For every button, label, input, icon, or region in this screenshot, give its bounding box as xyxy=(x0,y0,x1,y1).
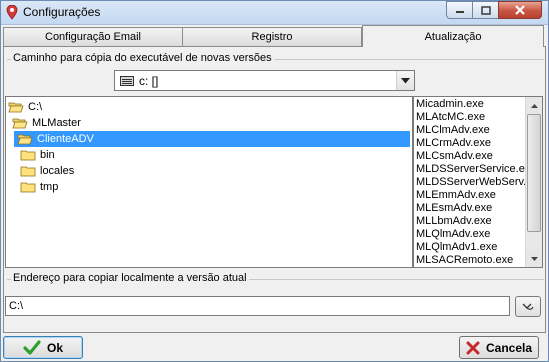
drive-icon xyxy=(120,76,134,86)
tree-item-label: locales xyxy=(40,165,75,177)
scroll-thumb[interactable] xyxy=(527,114,541,232)
close-button[interactable] xyxy=(498,1,542,19)
configuracoes-window: Configurações Configuração Email Registr… xyxy=(0,0,549,362)
tree-item-label: C:\ xyxy=(28,101,43,113)
title-bar[interactable]: Configurações xyxy=(1,1,548,25)
tree-item-c-root[interactable]: C:\ xyxy=(8,99,42,115)
open-folder-icon xyxy=(12,118,28,129)
chevron-up-icon xyxy=(530,103,538,108)
directory-tree[interactable]: C:\ MLMaster ClienteADV bin locales tmp xyxy=(5,96,413,268)
tree-item-label: tmp xyxy=(40,181,59,193)
open-folder-icon xyxy=(17,134,33,145)
file-item[interactable]: Micadmin.exe xyxy=(416,98,525,111)
file-item[interactable]: MLDSServerService.exe xyxy=(416,163,525,176)
app-pin-icon xyxy=(6,5,18,20)
file-list-items: Micadmin.exe MLAtcMC.exe MLClmAdv.exe ML… xyxy=(416,98,525,267)
file-item[interactable]: MLEmmAdv.exe xyxy=(416,189,525,202)
tab-atualizacao[interactable]: Atualização xyxy=(362,25,544,47)
ok-button[interactable]: Ok xyxy=(3,336,83,359)
file-item[interactable]: MLCsmAdv.exe xyxy=(416,150,525,163)
file-item[interactable]: MLCrmAdv.exe xyxy=(416,137,525,150)
local-path-input[interactable] xyxy=(5,296,510,316)
tab-label: Registro xyxy=(251,31,293,43)
chevron-down-icon xyxy=(530,256,538,261)
file-item[interactable]: MLAtcMC.exe xyxy=(416,111,525,124)
file-item[interactable]: MLClmAdv.exe xyxy=(416,124,525,137)
cancel-button[interactable]: Cancela xyxy=(459,336,539,359)
chevron-down-icon xyxy=(401,77,410,83)
local-copy-group-label: Endereço para copiar localmente a versão… xyxy=(11,272,249,284)
minimize-icon xyxy=(455,11,464,13)
file-item[interactable]: MLQlmAdv.exe xyxy=(416,228,525,241)
tree-item-label: bin xyxy=(40,149,55,161)
checkmark-icon xyxy=(23,339,41,355)
close-icon xyxy=(515,5,525,15)
cross-icon xyxy=(466,341,480,354)
tab-configuracao-email[interactable]: Configuração Email xyxy=(3,27,183,46)
file-item[interactable]: MLSACRemoto.exe xyxy=(416,254,525,267)
file-list-scrollbar[interactable] xyxy=(525,97,542,267)
tree-item-bin[interactable]: bin xyxy=(20,147,55,163)
folder-icon xyxy=(20,182,36,193)
minimize-button[interactable] xyxy=(446,1,472,19)
tree-item-label: MLMaster xyxy=(32,117,81,129)
maximize-button[interactable] xyxy=(472,1,498,19)
file-item[interactable]: MLQlmAdv1.exe xyxy=(416,241,525,254)
ok-button-label: Ok xyxy=(46,340,63,355)
window-controls xyxy=(446,1,542,20)
drive-select-value: c: [] xyxy=(139,74,159,88)
copy-path-group-label: Caminho para cópia do executável de nova… xyxy=(11,52,274,64)
folder-icon xyxy=(20,166,36,177)
drive-select-dropdown-button[interactable] xyxy=(396,71,414,90)
tab-label: Atualização xyxy=(424,30,482,43)
tree-item-clienteadv[interactable]: ClienteADV xyxy=(14,131,410,147)
folder-icon xyxy=(20,150,36,161)
cancel-button-label: Cancela xyxy=(485,340,533,355)
file-list[interactable]: Micadmin.exe MLAtcMC.exe MLClmAdv.exe ML… xyxy=(413,96,543,268)
tab-label: Configuração Email xyxy=(45,31,141,43)
scroll-down-button[interactable] xyxy=(526,250,542,267)
maximize-icon xyxy=(480,5,491,15)
scroll-up-button[interactable] xyxy=(526,97,542,114)
file-item[interactable]: MLEsmAdv.exe xyxy=(416,202,525,215)
file-item[interactable]: MLDSServerWebServ.exe xyxy=(416,176,525,189)
window-title: Configurações xyxy=(23,5,101,19)
tree-item-label: ClienteADV xyxy=(37,133,94,145)
file-item[interactable]: MLLbmAdv.exe xyxy=(416,215,525,228)
tree-item-tmp[interactable]: tmp xyxy=(20,179,58,195)
browse-arrow-icon xyxy=(522,303,534,310)
tab-registro[interactable]: Registro xyxy=(182,27,362,46)
browse-folder-button[interactable] xyxy=(515,296,541,317)
open-folder-icon xyxy=(8,102,24,113)
drive-select[interactable]: c: [] xyxy=(114,70,415,91)
tree-item-locales[interactable]: locales xyxy=(20,163,74,179)
tree-item-mlmaster[interactable]: MLMaster xyxy=(12,115,81,131)
